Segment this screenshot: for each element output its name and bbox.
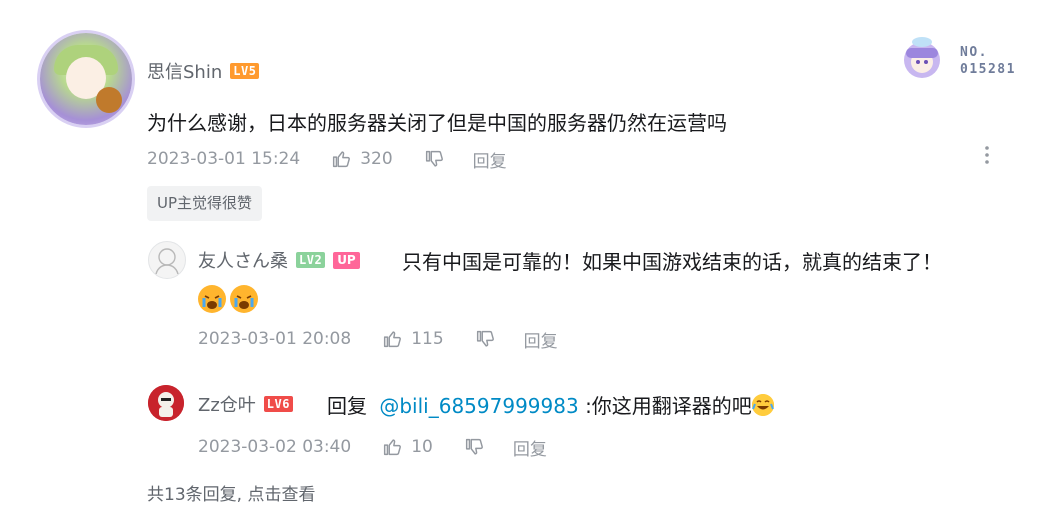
thumbs-down-icon [476,330,494,347]
reply-avatar[interactable] [148,385,184,421]
reply-meta: 2023-03-01 20:08 115 回复 [198,327,558,352]
level-badge: LV6 [263,396,293,412]
like-button[interactable]: 115 [381,328,444,350]
username[interactable]: 思信Shin [147,58,222,84]
more-options-icon[interactable] [978,144,996,166]
timestamp: 2023-03-02 03:40 [198,437,352,457]
timestamp: 2023-03-01 15:24 [147,149,301,169]
fan-badge-line2: 015281 [960,62,1016,77]
reply-content: 回复 @bili_68597999983 :你这用翻译器的吧 [327,390,774,419]
reply-content: 只有中国是可靠的！如果中国游戏结束的话，就真的结束了！ [402,250,942,274]
crying-emoji-icon [198,285,226,313]
fan-badge-avatar [898,34,960,80]
reply-emojis [198,285,262,313]
like-count: 115 [411,329,444,349]
laughing-tears-emoji-icon [751,394,774,416]
reply-header: 友人さん桑 LV2 UP [198,247,360,273]
comment-meta: 2023-03-01 15:24 320 回复 [147,147,507,172]
like-button[interactable]: 10 [381,436,433,458]
dislike-button[interactable] [423,148,445,170]
like-count: 320 [360,149,393,169]
user-avatar[interactable] [40,33,132,125]
reply-avatar[interactable] [148,241,186,279]
like-count: 10 [411,437,433,457]
like-button[interactable]: 320 [330,148,393,170]
fan-badge-line1: NO. [960,45,988,60]
thumbs-down-icon [425,150,443,167]
thumbs-up-icon [384,331,402,348]
reply-button[interactable]: 回复 [513,435,547,460]
mention-link[interactable]: @bili_68597999983 [379,394,578,418]
timestamp: 2023-03-01 20:08 [198,329,352,349]
comment-content: 为什么感谢，日本的服务器关闭了但是中国的服务器仍然在运营吗 [147,111,727,135]
dislike-button[interactable] [474,328,496,350]
crying-emoji-icon [230,285,258,313]
comment-header: 思信Shin LV5 [147,58,260,84]
up-tag: UP [333,251,360,269]
thumbs-up-icon [333,151,351,168]
dislike-button[interactable] [463,436,485,458]
view-more-replies-link[interactable]: 共13条回复, 点击查看 [147,480,315,505]
level-badge: LV2 [296,252,326,268]
fan-badge-number: NO. 015281 [960,44,1016,78]
reply-button[interactable]: 回复 [524,327,558,352]
reply-prefix: 回复 [327,394,367,418]
username[interactable]: Zz仓叶 [198,391,256,417]
reply-text: :你这用翻译器的吧 [585,394,752,418]
reply-button[interactable]: 回复 [473,147,507,172]
thumbs-up-icon [384,439,402,456]
thumbs-down-icon [465,438,483,455]
username[interactable]: 友人さん桑 [198,247,288,273]
level-badge: LV5 [230,63,260,79]
reply-meta: 2023-03-02 03:40 10 回复 [198,435,547,460]
reply-header: Zz仓叶 LV6 [198,391,293,417]
up-liked-tag: UP主觉得很赞 [147,186,263,221]
